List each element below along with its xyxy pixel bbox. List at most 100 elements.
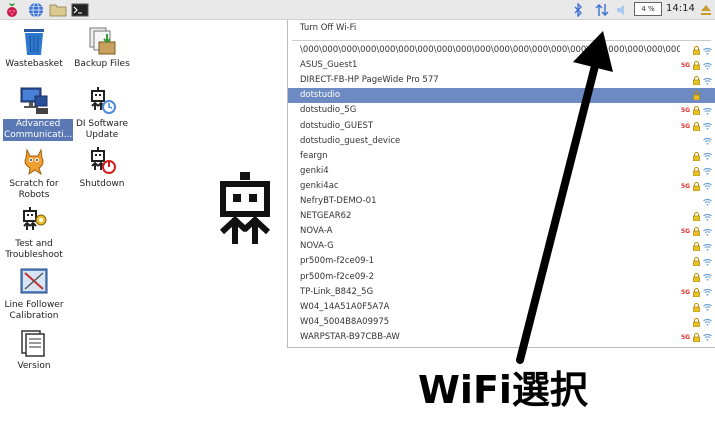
lock-icon [693, 88, 700, 103]
wifi-signal-icon [703, 270, 712, 285]
scratch-cat-icon [24, 148, 44, 176]
desktop-icon-label: Test and Troubleshoot [5, 239, 63, 260]
browser-globe-icon[interactable] [27, 1, 45, 19]
terminal-icon[interactable] [71, 1, 89, 19]
wifi-ssid-label: dotstudio_5G [300, 105, 357, 116]
wifi-network-item[interactable]: dotstudio [288, 88, 715, 104]
wifi-network-item[interactable]: W04_14A51A0F5A7A [288, 300, 715, 315]
desktop-icon-advanced-communication[interactable]: Advanced Communicati... [3, 86, 74, 141]
desktop-icon-test-and-troubleshoot[interactable]: Test and Troubleshoot [3, 206, 65, 261]
clock[interactable]: 14:14 [666, 3, 695, 14]
wifi-signal-icon [703, 194, 712, 209]
desktop-icon-label: Line Follower Calibration [4, 300, 64, 321]
wifi-network-item[interactable]: NETGEAR62 [288, 209, 715, 224]
wifi-ssid-label: TP-Link_B842_5G [300, 286, 374, 297]
wifi-ssid-label: NOVA-G [300, 241, 334, 252]
wifi-signal-icon [703, 224, 712, 239]
wifi-network-item[interactable]: pr500m-f2ce09-2 [288, 270, 715, 285]
wifi-ssid-label: pr500m-f2ce09-2 [300, 271, 375, 282]
wifi-network-item[interactable]: TP-Link_B842_5G 5G [288, 285, 715, 300]
wifi-network-item[interactable]: NOVA-G [288, 239, 715, 254]
wifi-network-item[interactable]: NefryBT-DEMO-01 [288, 194, 715, 209]
band-5g-badge: 5G [681, 182, 691, 190]
wifi-network-item[interactable]: genki4ac 5G [288, 179, 715, 194]
volume-icon[interactable] [614, 2, 630, 18]
band-5g-badge: 5G [681, 228, 691, 236]
wifi-network-item[interactable]: dotstudio_guest_device [288, 134, 715, 149]
eject-icon[interactable] [699, 2, 713, 18]
wifi-ssid-label: dotstudio_GUEST [300, 120, 374, 131]
robot-gear-icon [23, 207, 47, 230]
computer-icon [20, 87, 48, 114]
wifi-signal-icon [703, 315, 712, 330]
band-5g-badge: 5G [681, 62, 691, 70]
wifi-network-item[interactable]: ASUS_Guest1 5G [288, 58, 715, 73]
desktop-icon-label: Shutdown [79, 179, 125, 189]
cpu-monitor[interactable]: 4 % [634, 2, 662, 16]
band-5g-badge: 5G [681, 122, 691, 130]
wifi-signal-icon [703, 179, 712, 194]
wifi-network-item[interactable]: W04_5004B8A09975 [288, 315, 715, 330]
file-manager-icon[interactable] [49, 1, 67, 19]
wifi-ssid-label: NefryBT-DEMO-01 [300, 196, 377, 206]
bluetooth-icon[interactable] [571, 2, 585, 18]
desktop-icon-wastebasket[interactable]: Wastebasket [3, 26, 65, 70]
wifi-signal-icon [703, 58, 712, 73]
trash-icon [24, 29, 44, 55]
wifi-signal-icon [703, 134, 712, 149]
lock-icon [693, 270, 700, 285]
wifi-ssid-label: W04_14A51A0F5A7A [300, 301, 390, 312]
network-arrows-icon[interactable] [593, 2, 611, 18]
lock-icon [693, 43, 700, 58]
wifi-network-item[interactable]: DIRECT-FB-HP PageWide Pro 577 [288, 73, 715, 88]
lock-icon [693, 254, 700, 269]
wifi-ssid-label: genki4ac [300, 180, 339, 191]
lock-icon [693, 103, 700, 118]
lock-icon [693, 224, 700, 239]
wifi-network-item[interactable]: feargn [288, 149, 715, 164]
wifi-network-item[interactable]: NOVA-A 5G [288, 224, 715, 239]
backup-icon [89, 27, 116, 55]
wifi-ssid-label: dotstudio [300, 90, 341, 101]
band-5g-badge: 5G [681, 288, 691, 296]
robot-shutdown-icon [91, 147, 116, 174]
wifi-signal-icon [703, 73, 712, 88]
lock-icon [693, 119, 700, 134]
wifi-ssid-label: WARPSTAR-B97CBB-AW [300, 331, 400, 342]
calibration-icon [20, 268, 48, 294]
lock-icon [693, 58, 700, 73]
wifi-network-item[interactable]: WARPSTAR-B97CBB-AW 5G [288, 330, 715, 345]
raspberry-menu-icon[interactable] [3, 1, 21, 19]
wifi-signal-icon [703, 239, 712, 254]
band-5g-badge: 5G [681, 107, 691, 115]
wifi-signal-icon [703, 43, 712, 58]
turn-off-wifi-item[interactable]: Turn Off Wi-Fi [288, 21, 715, 36]
desktop-icon-label: Scratch for Robots [9, 179, 59, 200]
version-icon [21, 330, 45, 357]
wifi-ssid-label: W04_5004B8A09975 [300, 316, 390, 327]
desktop-icon-scratch-for-robots[interactable]: Scratch for Robots [3, 146, 65, 201]
desktop-icon-line-follower-calibration[interactable]: Line Follower Calibration [3, 267, 65, 322]
wifi-network-item[interactable]: \000\000\000\000\000\000\000\000\000\000… [288, 43, 715, 58]
desktop-icon-version[interactable]: Version [3, 328, 65, 372]
wifi-ssid-label: \000\000\000\000\000\000\000\000\000\000… [300, 45, 680, 55]
desktop-icon-label: DI Software Update [75, 119, 129, 140]
taskbar: 4 % 14:14 [0, 0, 715, 20]
lock-icon [693, 179, 700, 194]
wifi-signal-icon [703, 209, 712, 224]
desktop-icon-di-software-update[interactable]: DI Software Update [71, 86, 133, 141]
wifi-ssid-label: pr500m-f2ce09-1 [300, 256, 375, 267]
lock-icon [693, 164, 700, 179]
lock-icon [693, 285, 700, 300]
wifi-signal-icon [703, 164, 712, 179]
wifi-network-item[interactable]: dotstudio_5G 5G [288, 103, 715, 118]
desktop-icon-label: Advanced Communicati... [3, 119, 74, 141]
wifi-network-item[interactable]: pr500m-f2ce09-1 [288, 254, 715, 269]
wifi-network-item[interactable]: dotstudio_GUEST 5G [288, 119, 715, 134]
wifi-ssid-label: dotstudio_guest_device [300, 135, 401, 146]
desktop-icon-backup-files[interactable]: Backup Files [71, 26, 133, 70]
desktop-icon-shutdown[interactable]: Shutdown [71, 146, 133, 190]
wifi-ssid-label: NETGEAR62 [300, 211, 352, 222]
robot-update-icon [91, 87, 116, 114]
wifi-network-item[interactable]: genki4 [288, 164, 715, 179]
